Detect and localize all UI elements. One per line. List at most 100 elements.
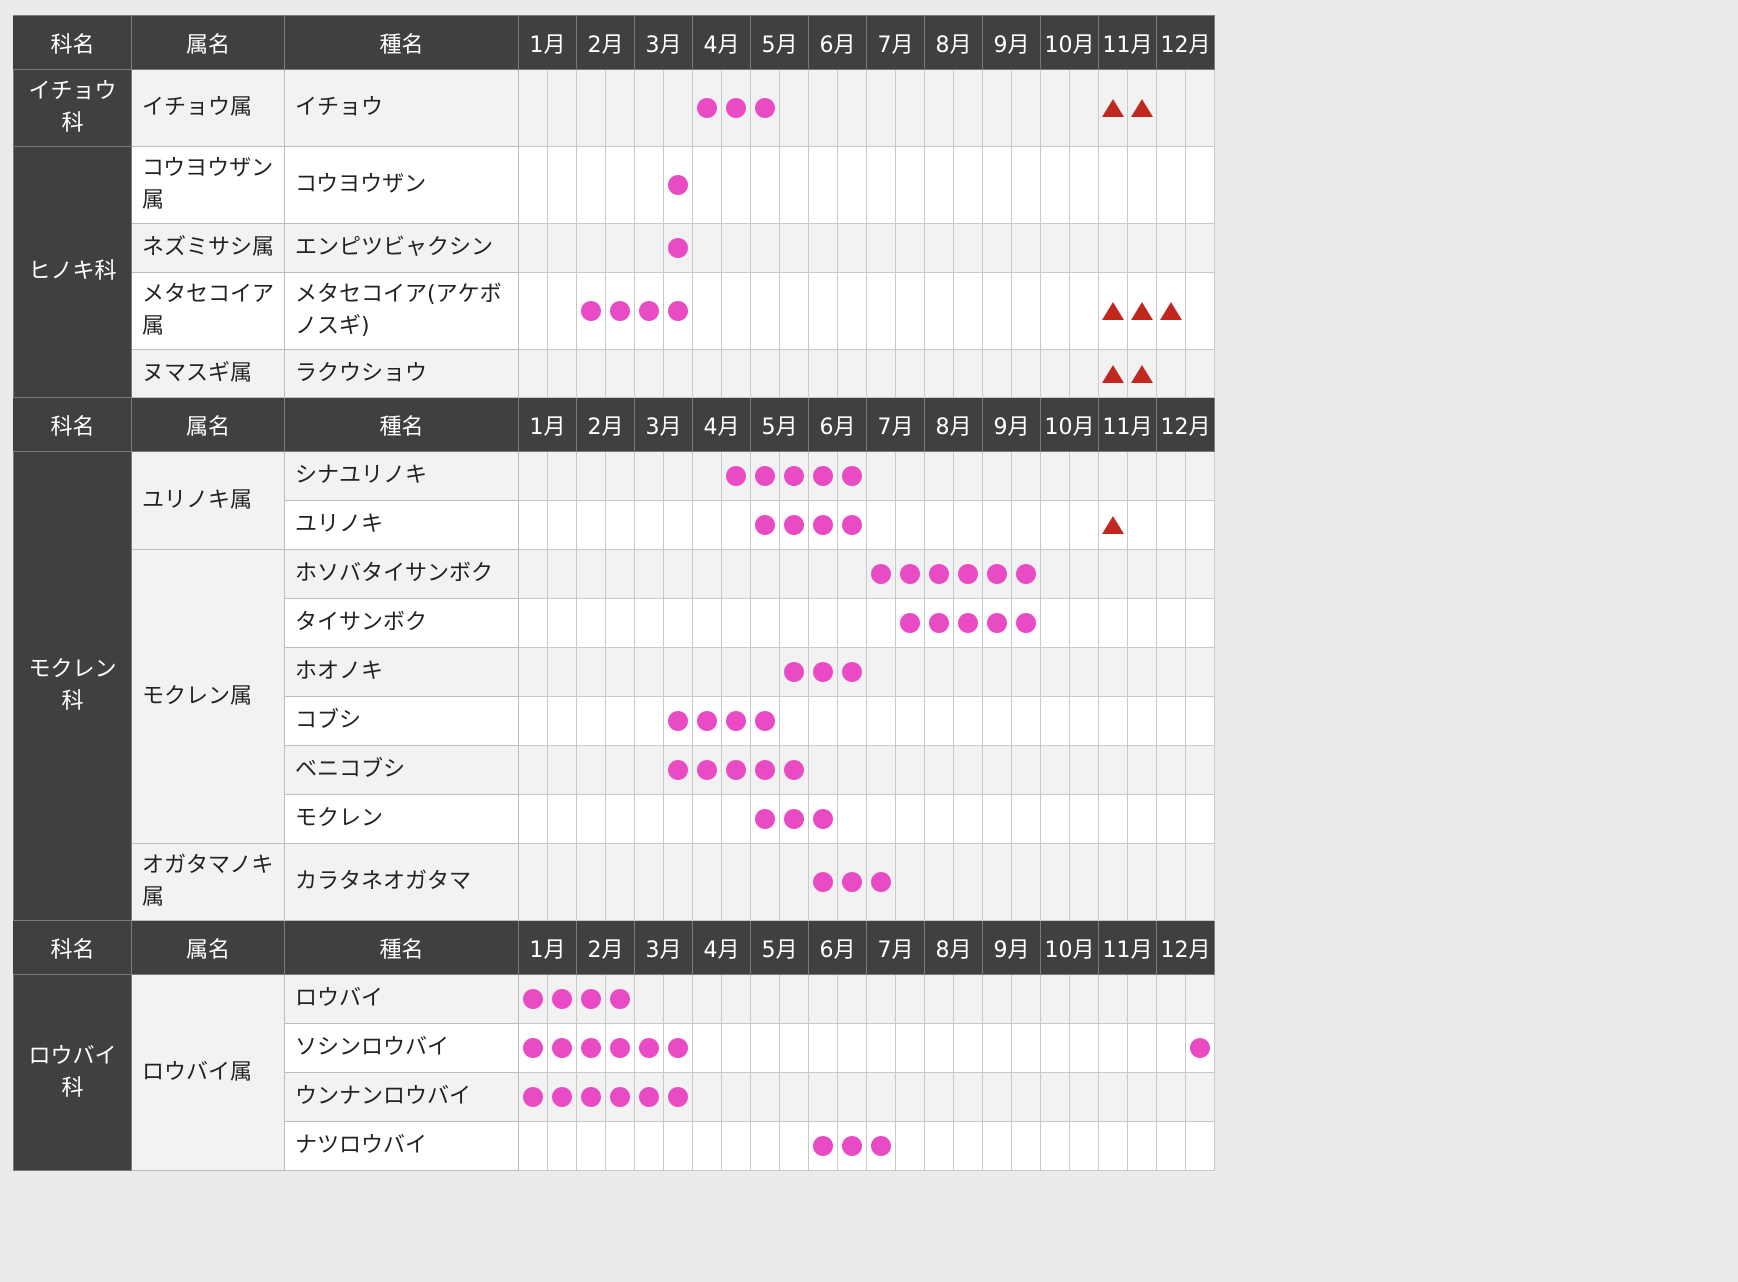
half-month-cell: [576, 451, 606, 501]
half-month-cell: [634, 69, 664, 147]
header-month: 9月: [982, 15, 1041, 70]
half-month-cell: [576, 974, 606, 1024]
half-month-cell: [1040, 272, 1070, 350]
half-month-cell: [837, 696, 867, 746]
species-cell: ロウバイ: [284, 974, 519, 1024]
half-month-cell: [1069, 146, 1099, 224]
half-month-cell: [1127, 696, 1157, 746]
half-month-cell: [721, 647, 751, 697]
half-month-cell: [808, 223, 838, 273]
flower-dot-icon: [784, 515, 804, 535]
half-month-cell: [1040, 1121, 1070, 1171]
flower-dot-icon: [755, 466, 775, 486]
half-month-cell: [1011, 451, 1041, 501]
half-month-cell: [663, 451, 693, 501]
species-cell: エンピツビャクシン: [284, 223, 519, 273]
half-month-cell: [808, 549, 838, 599]
half-month-cell: [576, 1121, 606, 1171]
header-month: 3月: [634, 397, 693, 452]
half-month-cell: [837, 843, 867, 921]
half-month-cell: [692, 696, 722, 746]
half-month-cell: [866, 843, 896, 921]
flower-dot-icon: [958, 564, 978, 584]
half-month-cell: [518, 500, 548, 550]
half-month-cell: [692, 794, 722, 844]
half-month-cell: [895, 598, 925, 648]
half-month-cell: [1069, 1072, 1099, 1122]
header-month: 5月: [750, 15, 809, 70]
half-month-cell: [1069, 696, 1099, 746]
half-month-cell: [1098, 745, 1128, 795]
flower-dot-icon: [958, 613, 978, 633]
half-month-cell: [1098, 146, 1128, 224]
header-month: 2月: [576, 15, 635, 70]
header-month: 1月: [518, 920, 577, 975]
half-month-cell: [1040, 1023, 1070, 1073]
half-month-cell: [982, 647, 1012, 697]
half-month-cell: [605, 647, 635, 697]
header-month: 10月: [1040, 920, 1099, 975]
flower-dot-icon: [523, 1087, 543, 1107]
species-cell: モクレン: [284, 794, 519, 844]
flower-dot-icon: [726, 711, 746, 731]
flower-dot-icon: [842, 662, 862, 682]
half-month-cell: [576, 1023, 606, 1073]
half-month-cell: [982, 451, 1012, 501]
half-month-cell: [547, 1023, 577, 1073]
half-month-cell: [721, 349, 751, 398]
half-month-cell: [1185, 549, 1215, 599]
half-month-cell: [779, 647, 809, 697]
half-month-cell: [982, 696, 1012, 746]
genus-cell: ネズミサシ属: [131, 223, 285, 273]
half-month-cell: [1040, 843, 1070, 921]
half-month-cell: [895, 146, 925, 224]
half-month-cell: [1156, 1023, 1186, 1073]
half-month-cell: [634, 974, 664, 1024]
half-month-cell: [779, 745, 809, 795]
half-month-cell: [721, 1072, 751, 1122]
half-month-cell: [1127, 500, 1157, 550]
half-month-cell: [1156, 974, 1186, 1024]
half-month-cell: [866, 598, 896, 648]
species-cell: ホオノキ: [284, 647, 519, 697]
header-month: 2月: [576, 397, 635, 452]
half-month-cell: [779, 1121, 809, 1171]
half-month-cell: [518, 223, 548, 273]
half-month-cell: [1185, 647, 1215, 697]
header-month: 11月: [1098, 920, 1157, 975]
half-month-cell: [1185, 349, 1215, 398]
half-month-cell: [518, 794, 548, 844]
half-month-cell: [953, 647, 983, 697]
half-month-cell: [576, 843, 606, 921]
half-month-cell: [1098, 549, 1128, 599]
header-family: 科名: [13, 920, 132, 975]
half-month-cell: [982, 1072, 1012, 1122]
half-month-cell: [721, 843, 751, 921]
half-month-cell: [982, 500, 1012, 550]
half-month-cell: [692, 974, 722, 1024]
half-month-cell: [518, 843, 548, 921]
half-month-cell: [953, 500, 983, 550]
half-month-cell: [982, 1023, 1012, 1073]
genus-cell: オガタマノキ属: [131, 843, 285, 921]
half-month-cell: [634, 549, 664, 599]
species-row: ネズミサシ属 エンピツビャクシン: [14, 223, 1215, 273]
half-month-cell: [953, 843, 983, 921]
half-month-cell: [721, 500, 751, 550]
half-month-cell: [837, 146, 867, 224]
half-month-cell: [1156, 1121, 1186, 1171]
half-month-cell: [692, 69, 722, 147]
half-month-cell: [953, 696, 983, 746]
half-month-cell: [605, 69, 635, 147]
half-month-cell: [721, 1023, 751, 1073]
half-month-cell: [895, 223, 925, 273]
half-month-cell: [663, 1023, 693, 1073]
flower-dot-icon: [697, 98, 717, 118]
half-month-cell: [605, 745, 635, 795]
half-month-cell: [605, 974, 635, 1024]
half-month-cell: [866, 1072, 896, 1122]
half-month-cell: [779, 451, 809, 501]
half-month-cell: [953, 598, 983, 648]
half-month-cell: [547, 598, 577, 648]
half-month-cell: [634, 451, 664, 501]
